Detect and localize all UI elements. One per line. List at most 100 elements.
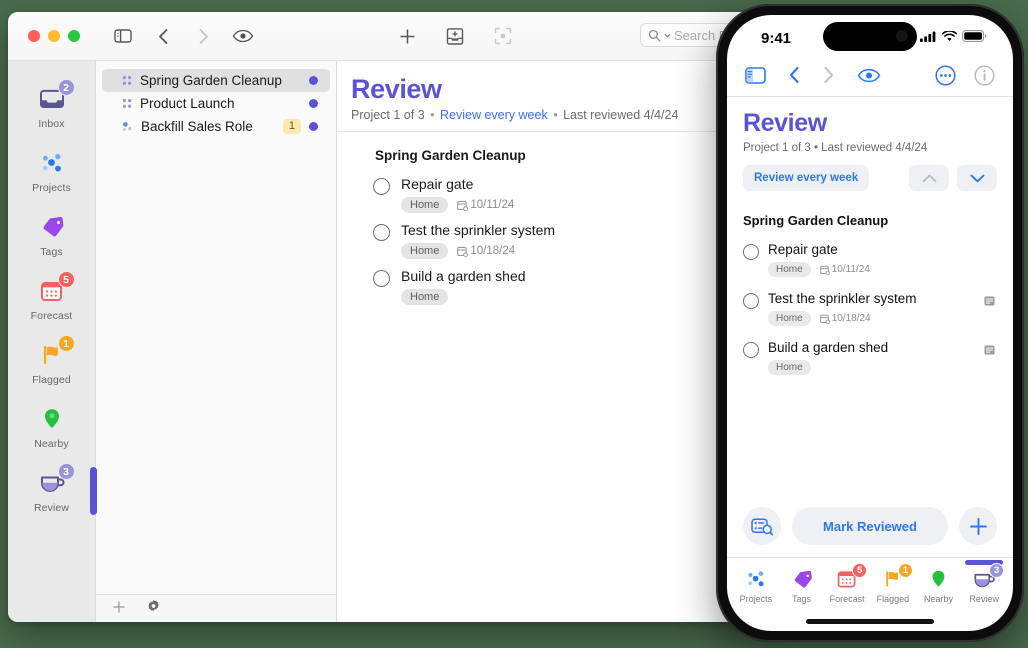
tab-flagged[interactable]: 1 Flagged [870,563,916,604]
add-task-button[interactable] [959,507,997,545]
back-chevron-icon[interactable] [152,25,174,47]
mac-titlebar: Search R [8,12,764,61]
sidebar-toggle-icon[interactable] [745,66,766,89]
project-list-footer [96,594,336,622]
zoom-button[interactable] [68,30,80,42]
task-date: 10/18/24 [457,245,515,257]
plus-icon[interactable] [396,25,418,47]
eye-icon[interactable] [857,68,881,88]
tab-projects[interactable]: Projects [733,565,779,604]
sidebar-toggle-icon[interactable] [112,25,134,47]
task-name: Repair gate [768,242,838,257]
back-chevron-icon[interactable] [789,66,800,89]
home-indicator-area [727,611,1013,631]
window-controls [28,30,80,42]
info-circle-icon[interactable] [974,64,995,91]
task-row[interactable]: Repair gate Home 10/11/24 [743,242,997,277]
project-title: Spring Garden Cleanup [140,73,282,88]
forecast-icon: 5 [35,271,75,306]
sidebar-item-label: Projects [32,182,71,194]
inbox-icon: 2 [35,79,75,114]
forward-chevron-icon[interactable] [823,66,834,89]
task-tag[interactable]: Home [401,289,449,306]
task-checkbox[interactable] [743,293,759,309]
sidebar-item-flagged[interactable]: 1 Flagged [8,331,95,395]
task-meta: Home 10/18/24 [768,311,917,326]
task-tag[interactable]: Home [401,243,449,260]
home-indicator[interactable] [806,618,934,624]
pin-icon [35,404,69,434]
project-row-backfill-sales-role[interactable]: Backfill Sales Role 1 [102,115,330,138]
meta-repeat-link[interactable]: Review every week [440,108,548,122]
dynamic-island [823,22,917,51]
sidebar-item-forecast[interactable]: 5 Forecast [8,267,95,331]
task-tag[interactable]: Home [768,360,811,375]
task-row[interactable]: Test the sprinkler system Home 10/18/24 [743,291,997,326]
task-meta: Home 10/11/24 [768,262,870,277]
task-meta: Home 10/11/24 [401,197,514,214]
group-title: Spring Garden Cleanup [375,148,526,164]
minimize-button[interactable] [48,30,60,42]
task-checkbox[interactable] [743,342,759,358]
navbar-left-group [745,66,881,89]
ellipsis-circle-icon[interactable] [935,64,956,91]
inbox-add-icon[interactable] [444,25,466,47]
task-checkbox[interactable] [373,270,390,288]
flag-icon: 1 [35,335,75,370]
gear-icon[interactable] [146,599,161,619]
note-attachment-icon [984,293,995,311]
sidebar-item-nearby[interactable]: Nearby [8,395,95,459]
due-date-icon [819,265,830,275]
tab-nearby[interactable]: Nearby [916,565,962,604]
sidebar-item-label: Forecast [30,310,73,322]
task-checkbox[interactable] [373,178,390,196]
review-badge: 3 [57,463,75,480]
detail-meta: Project 1 of 3 • Review every week • Las… [351,108,742,122]
sidebar-item-label: Inbox [38,118,65,130]
task-checkbox[interactable] [743,244,759,260]
task-tag[interactable]: Home [768,262,811,277]
sidebar-item-tags[interactable]: Tags [8,203,95,267]
project-row-spring-garden-cleanup[interactable]: Spring Garden Cleanup [102,69,330,92]
close-button[interactable] [28,30,40,42]
previous-project-button[interactable] [909,165,949,191]
due-date-icon [819,314,830,324]
sidebar-item-inbox[interactable]: 2 Inbox [8,75,95,139]
task-tag[interactable]: Home [401,197,449,214]
task-row[interactable]: Build a garden shed Home [743,340,997,375]
add-project-button[interactable] [112,600,126,619]
forward-chevron-icon[interactable] [192,25,214,47]
tab-tags[interactable]: Tags [779,565,825,604]
focus-icon[interactable] [492,25,514,47]
project-status-dot [309,99,318,108]
task-date: 10/11/24 [819,264,870,275]
sidebar-item-label: Nearby [34,438,69,450]
tags-icon [788,567,816,591]
project-row-product-launch[interactable]: Product Launch [102,92,330,115]
plus-icon [969,517,987,535]
pin-icon [925,567,953,591]
task-name: Repair gate [401,176,474,193]
projects-icon [742,567,770,591]
project-list: Spring Garden Cleanup Product Launch Bac… [96,61,336,594]
task-checkbox[interactable] [373,224,390,242]
task-row[interactable]: Repair gate Home 10/11/24 [337,167,764,214]
repeat-interval-button[interactable]: Review every week [743,165,870,191]
mark-reviewed-button[interactable]: Mark Reviewed [792,507,948,545]
flagged-badge: 1 [57,335,75,352]
chevron-down-icon [970,174,984,182]
task-row[interactable]: Build a garden shed Home [337,259,764,306]
next-project-button[interactable] [957,165,997,191]
sidebar-item-projects[interactable]: Projects [8,139,95,203]
sidebar-item-review[interactable]: 3 Review [8,459,97,523]
phone-action-row: Mark Reviewed [727,499,1013,557]
tab-review[interactable]: 3 Review [961,560,1007,604]
task-row[interactable]: Test the sprinkler system Home 10/18/24 [337,213,764,260]
search-icon [648,29,661,41]
task-tag[interactable]: Home [768,311,811,326]
tab-forecast[interactable]: 5 Forecast [824,563,870,604]
review-cup-icon: 3 [970,563,1005,591]
eye-icon[interactable] [232,25,254,47]
review-inspect-button[interactable] [743,507,781,545]
toolbar-left-group [112,25,254,47]
